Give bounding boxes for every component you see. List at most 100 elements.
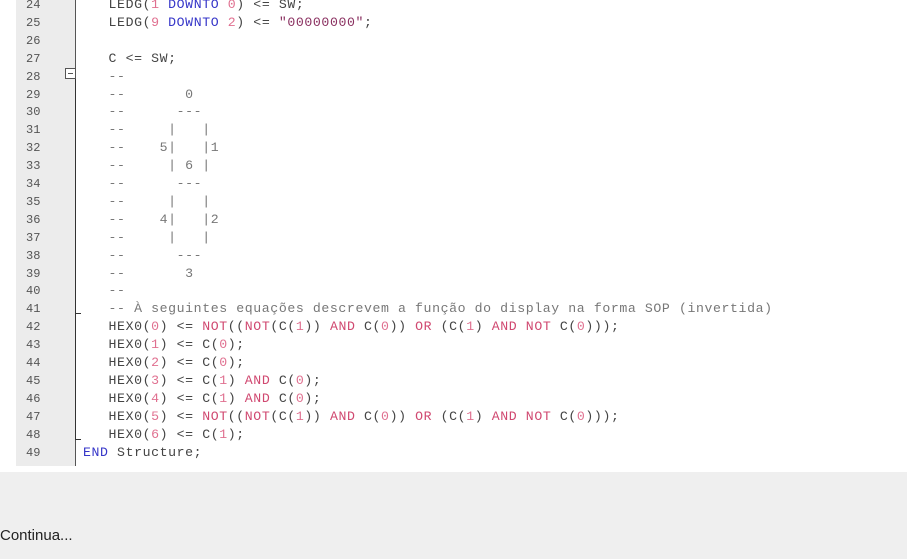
- code-token-plain: C(: [551, 408, 577, 424]
- code-token-plain: ;: [364, 14, 373, 30]
- code-token-plain: );: [227, 337, 245, 353]
- code-editor[interactable]: 24 LEDG(1 DOWNTO 0) <= SW; 25 LEDG(9 DOWN…: [0, 0, 907, 472]
- caption-continua: Continua...: [0, 527, 73, 544]
- code-line[interactable]: -- ---: [83, 247, 202, 265]
- code-token-plain: ) <= SW;: [236, 0, 305, 12]
- code-token-plain: )): [304, 319, 330, 335]
- code-token-com: --: [83, 68, 126, 84]
- code-line[interactable]: HEX0(2) <= C(0);: [83, 354, 245, 372]
- code-token-plain: C <= SW;: [83, 50, 177, 66]
- code-token-num: 4: [151, 390, 160, 406]
- code-token-plain: (C(: [432, 408, 467, 424]
- code-token-plain: HEX0(: [83, 426, 152, 442]
- code-token-plain: HEX0(: [83, 355, 152, 370]
- line-number: 39: [26, 266, 41, 281]
- code-line[interactable]: HEX0(3) <= C(1) AND C(0);: [83, 372, 321, 390]
- code-line[interactable]: -- ---: [83, 103, 202, 121]
- line-number: 46: [26, 391, 41, 406]
- code-token-num: 2: [227, 14, 237, 30]
- code-token-plain: ) <= C(: [159, 337, 220, 353]
- code-token-num: 0: [381, 408, 390, 424]
- code-token-op: AND NOT: [491, 408, 552, 424]
- code-token-num: 0: [219, 355, 228, 370]
- code-token-plain: )): [304, 408, 330, 424]
- line-number: 40: [26, 284, 41, 299]
- code-line[interactable]: END Structure;: [83, 444, 202, 462]
- code-token-com: -- | |: [83, 122, 211, 138]
- code-token-com: -- | 6 |: [83, 158, 211, 174]
- line-number: 44: [26, 356, 41, 370]
- code-token-op: NOT: [244, 408, 271, 424]
- code-line[interactable]: LEDG(1 DOWNTO 0) <= SW;: [83, 0, 304, 14]
- code-line[interactable]: HEX0(6) <= C(1);: [83, 426, 245, 444]
- line-number: 37: [26, 230, 41, 245]
- code-token-plain: HEX0(: [83, 319, 152, 335]
- code-token-op: AND: [244, 390, 271, 406]
- code-line[interactable]: -- | |: [83, 193, 211, 211]
- code-token-kw: DOWNTO: [168, 14, 220, 30]
- code-line[interactable]: HEX0(4) <= C(1) AND C(0);: [83, 390, 321, 408]
- code-token-op: AND NOT: [491, 319, 552, 335]
- code-token-com: -- ---: [83, 176, 203, 191]
- code-line[interactable]: --: [83, 68, 126, 86]
- code-line[interactable]: -- 5| |1: [83, 139, 219, 157]
- code-line[interactable]: -- 0: [83, 86, 194, 104]
- code-token-num: 1: [219, 372, 228, 388]
- code-line[interactable]: -- | |: [83, 229, 211, 247]
- code-token-num: 1: [151, 337, 160, 353]
- code-token-plain: )));: [585, 319, 620, 335]
- code-token-plain: C(: [270, 390, 296, 406]
- code-line[interactable]: HEX0(5) <= NOT((NOT(C(1)) AND C(0)) OR (…: [83, 408, 619, 426]
- code-token-num: 1: [219, 426, 228, 442]
- code-token-num: 9: [151, 14, 160, 30]
- line-number: 26: [26, 33, 41, 48]
- code-token-com: -- | |: [83, 229, 211, 245]
- code-token-com: -- 5| |1: [83, 140, 220, 156]
- code-token-num: 6: [151, 426, 160, 442]
- code-token-com: -- 4| |2: [83, 211, 220, 227]
- code-token-plain: C(: [355, 408, 382, 424]
- code-token-plain: )));: [585, 408, 620, 424]
- code-token-plain: HEX0(: [83, 408, 152, 424]
- code-line[interactable]: -- ---: [83, 175, 202, 193]
- code-line[interactable]: HEX0(0) <= NOT((NOT(C(1)) AND C(0)) OR (…: [83, 318, 619, 336]
- code-line[interactable]: -- À seguintes equações descrevem a funç…: [83, 300, 773, 318]
- code-line[interactable]: --: [83, 282, 126, 300]
- code-token-plain: ): [474, 319, 492, 335]
- code-token-com: -- 3: [83, 265, 194, 281]
- code-token-plain: ): [227, 372, 245, 388]
- code-line[interactable]: LEDG(9 DOWNTO 2) <= "00000000";: [83, 14, 373, 32]
- code-token-plain: C(: [270, 372, 296, 388]
- code-token-plain: (C(: [270, 408, 296, 424]
- code-line[interactable]: -- | |: [83, 121, 211, 139]
- code-token-plain: ): [474, 408, 492, 424]
- line-number: 25: [26, 15, 41, 30]
- code-token-num: 0: [381, 319, 390, 335]
- code-line[interactable]: C <= SW;: [83, 50, 177, 68]
- code-line[interactable]: -- 3: [83, 265, 194, 283]
- code-token-op: NOT: [202, 319, 228, 335]
- line-number: 34: [26, 177, 41, 191]
- line-number: 48: [26, 427, 41, 442]
- line-number: 43: [26, 338, 41, 353]
- code-line[interactable]: HEX0(1) <= C(0);: [83, 336, 245, 354]
- line-number: 47: [26, 409, 41, 424]
- code-token-plain: ((: [227, 408, 245, 424]
- code-token-plain: ) <= C(: [159, 372, 220, 388]
- code-token-num: 2: [151, 355, 160, 370]
- code-token-op: AND: [329, 408, 356, 424]
- code-line[interactable]: -- 4| |2: [83, 211, 219, 229]
- code-token-plain: ) <=: [159, 408, 203, 424]
- fold-tick: [75, 313, 81, 314]
- code-token-plain: ) <=: [159, 319, 203, 335]
- code-token-plain: HEX0(: [83, 390, 152, 406]
- fold-collapse-icon[interactable]: [65, 68, 76, 79]
- line-number: 29: [26, 87, 41, 102]
- code-line[interactable]: -- | 6 |: [83, 157, 211, 175]
- code-token-num: 0: [219, 337, 228, 353]
- code-token-com: -- ---: [83, 247, 203, 263]
- line-number: 31: [26, 123, 41, 138]
- code-token-plain: LEDG(: [83, 14, 152, 30]
